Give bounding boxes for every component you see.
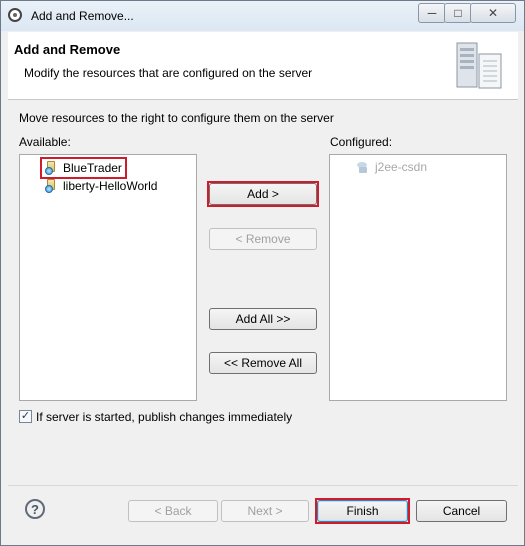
instruction-text: Move resources to the right to configure… — [19, 111, 334, 125]
eclipse-icon — [8, 8, 22, 22]
close-button[interactable]: ✕ — [470, 3, 516, 23]
list-item-liberty-helloworld[interactable]: liberty-HelloWorld — [45, 177, 157, 195]
list-item-label: j2ee-csdn — [375, 160, 428, 174]
available-list[interactable]: BlueTrader liberty-HelloWorld — [19, 154, 197, 401]
title-bar[interactable]: Add and Remove... ─ □ ✕ — [1, 1, 524, 31]
remove-button[interactable]: < Remove — [209, 228, 317, 250]
available-label: Available: — [19, 135, 71, 149]
help-icon[interactable]: ? — [25, 499, 45, 519]
back-button[interactable]: < Back — [128, 500, 218, 522]
list-item-label: liberty-HelloWorld — [63, 179, 158, 193]
configured-label: Configured: — [330, 135, 393, 149]
minimize-button[interactable]: ─ — [418, 3, 446, 23]
publish-checkbox-label[interactable]: If server is started, publish changes im… — [36, 410, 292, 424]
page-title: Add and Remove — [14, 42, 121, 57]
server-project-icon — [355, 160, 369, 174]
finish-button[interactable]: Finish — [317, 500, 408, 522]
next-button[interactable]: Next > — [221, 500, 309, 522]
cancel-button[interactable]: Cancel — [416, 500, 507, 522]
window-title: Add and Remove... — [31, 9, 134, 23]
add-all-button[interactable]: Add All >> — [209, 308, 317, 330]
server-wizard-graphic-icon — [456, 42, 502, 89]
publish-checkbox[interactable]: ✓ — [19, 410, 32, 423]
remove-all-button[interactable]: << Remove All — [209, 352, 317, 374]
add-remove-dialog: Add and Remove... ─ □ ✕ Add and Remove M… — [0, 0, 525, 546]
page-description: Modify the resources that are configured… — [24, 66, 313, 80]
maximize-button[interactable]: □ — [444, 3, 472, 23]
web-project-icon — [45, 161, 57, 175]
web-project-icon — [45, 179, 57, 193]
wizard-header: Add and Remove Modify the resources that… — [8, 32, 518, 100]
add-button[interactable]: Add > — [209, 183, 317, 205]
list-item-j2ee-csdn[interactable]: j2ee-csdn — [355, 158, 427, 176]
list-item-label: BlueTrader — [63, 161, 122, 175]
list-item-bluetrader[interactable]: BlueTrader — [40, 157, 127, 179]
configured-list[interactable]: j2ee-csdn — [329, 154, 507, 401]
footer-divider — [8, 485, 518, 486]
